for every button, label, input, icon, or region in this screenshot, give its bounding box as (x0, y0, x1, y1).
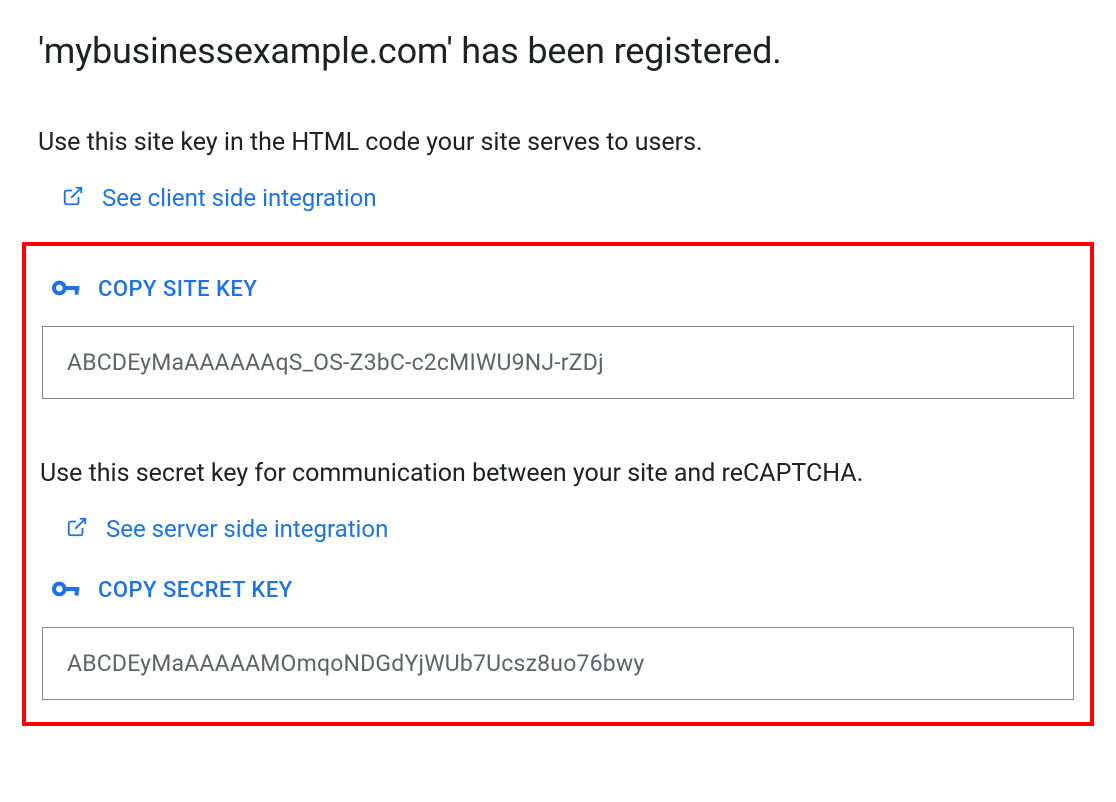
server-integration-link[interactable]: See server side integration (42, 515, 1074, 543)
key-icon (50, 272, 82, 308)
page-title: 'mybusinessexample.com' has been registe… (38, 30, 1078, 72)
key-icon (50, 573, 82, 609)
site-key-value[interactable]: ABCDEyMaAAAAAAqS_OS-Z3bC-c2cMIWU9NJ-rZDj (42, 326, 1074, 399)
secret-key-instruction: Use this secret key for communication be… (40, 457, 1074, 491)
external-link-icon (62, 185, 84, 211)
copy-secret-key-button[interactable]: COPY SECRET KEY (42, 573, 1074, 609)
keys-highlight-box: COPY SITE KEY ABCDEyMaAAAAAAqS_OS-Z3bC-c… (22, 242, 1094, 726)
copy-site-key-label: COPY SITE KEY (98, 277, 257, 302)
client-integration-link[interactable]: See client side integration (38, 184, 1078, 212)
client-integration-link-label: See client side integration (102, 184, 377, 212)
copy-secret-key-label: COPY SECRET KEY (98, 578, 293, 603)
copy-site-key-button[interactable]: COPY SITE KEY (42, 272, 1074, 308)
site-key-instruction: Use this site key in the HTML code your … (38, 126, 1078, 160)
secret-key-value[interactable]: ABCDEyMaAAAAAMOmqoNDGdYjWUb7Ucsz8uo76bwy (42, 627, 1074, 700)
server-integration-link-label: See server side integration (106, 515, 388, 543)
external-link-icon (66, 516, 88, 542)
